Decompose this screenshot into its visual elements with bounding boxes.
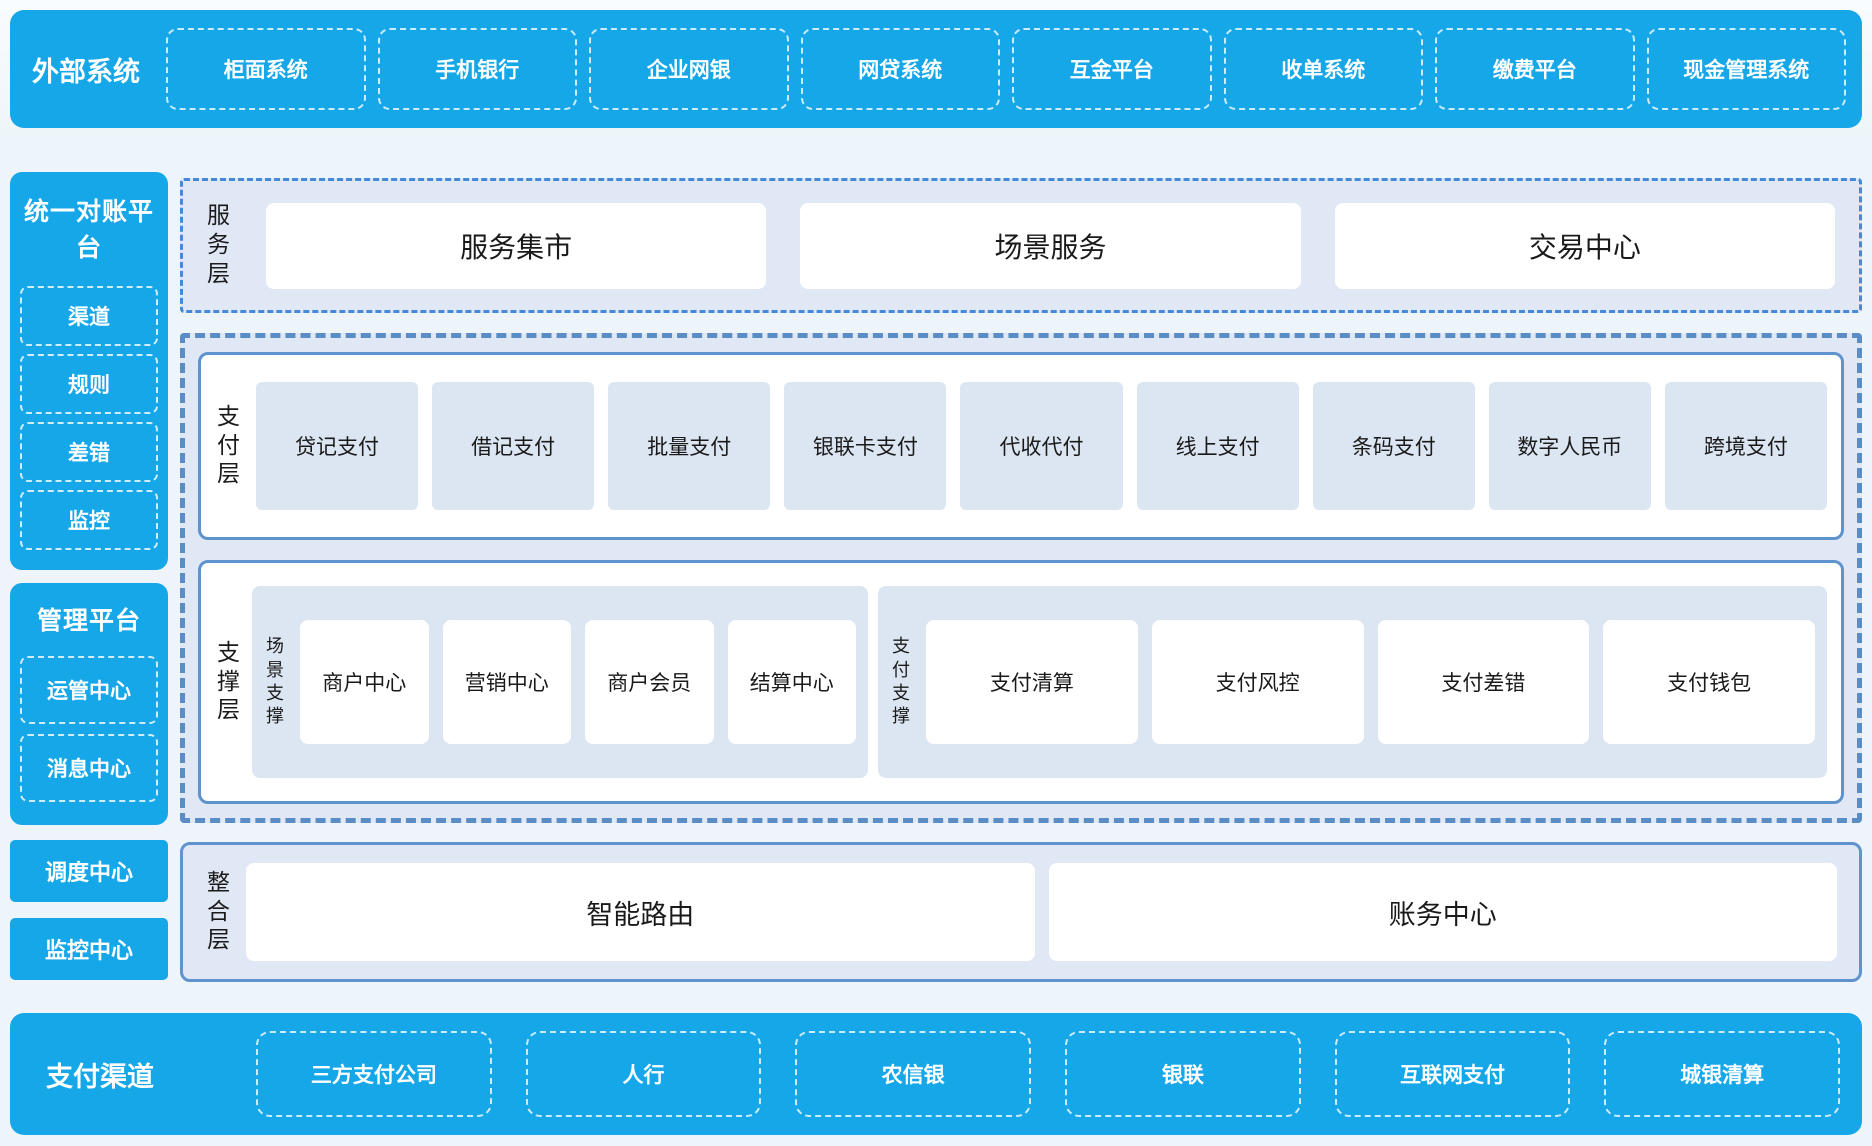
payment-layer-item: 批量支付 xyxy=(608,382,770,510)
service-layer-label: 服务层 xyxy=(205,202,232,288)
external-system-item: 网贷系统 xyxy=(801,28,1001,110)
payment-support-group: 支付支撑 支付清算 支付风控 支付差错 支付钱包 xyxy=(878,586,1827,778)
scene-support-item: 营销中心 xyxy=(443,620,572,744)
management-item: 运管中心 xyxy=(20,656,158,724)
payment-layer-item: 贷记支付 xyxy=(256,382,418,510)
external-system-item: 缴费平台 xyxy=(1435,28,1635,110)
reconciliation-item: 差错 xyxy=(20,422,158,482)
service-layer-section: 服务层 服务集市 场景服务 交易中心 xyxy=(180,178,1862,313)
scene-support-group: 场景支撑 商户中心 营销中心 商户会员 结算中心 xyxy=(252,586,868,778)
management-platform-block: 管理平台 运管中心 消息中心 xyxy=(10,583,168,825)
management-items: 运管中心 消息中心 xyxy=(20,645,158,813)
payment-layer-item: 跨境支付 xyxy=(1665,382,1827,510)
payment-channel-item: 三方支付公司 xyxy=(256,1031,492,1117)
external-system-item: 手机银行 xyxy=(378,28,578,110)
management-platform-title: 管理平台 xyxy=(20,601,158,637)
external-system-item: 互金平台 xyxy=(1012,28,1212,110)
integration-layer-label: 整合层 xyxy=(205,869,232,955)
payment-layer-item: 线上支付 xyxy=(1137,382,1299,510)
scene-support-item: 商户会员 xyxy=(585,620,714,744)
architecture-diagram: 外部系统 柜面系统 手机银行 企业网银 网贷系统 互金平台 收单系统 缴费平台 … xyxy=(0,0,1872,1146)
payment-channel-item: 城银清算 xyxy=(1604,1031,1840,1117)
external-system-item: 收单系统 xyxy=(1224,28,1424,110)
integration-layer-item: 智能路由 xyxy=(246,863,1035,961)
payment-channel-item: 人行 xyxy=(526,1031,762,1117)
payment-channel-item: 银联 xyxy=(1065,1031,1301,1117)
payment-layer-item: 银联卡支付 xyxy=(784,382,946,510)
payment-channels-title: 支付渠道 xyxy=(32,1055,222,1094)
monitoring-center-block: 监控中心 xyxy=(10,918,168,980)
payment-layer-panel: 支付层 贷记支付 借记支付 批量支付 银联卡支付 代收代付 线上支付 条码支付 … xyxy=(198,352,1844,540)
integration-layer-item: 账务中心 xyxy=(1049,863,1838,961)
scene-support-label: 场景支撑 xyxy=(264,635,286,729)
payment-support-item: 支付风控 xyxy=(1152,620,1364,744)
support-layer-label: 支撑层 xyxy=(215,639,242,725)
payment-support-label: 支付支撑 xyxy=(890,635,912,729)
reconciliation-item: 规则 xyxy=(20,354,158,414)
external-system-item: 柜面系统 xyxy=(166,28,366,110)
payment-layer-item: 数字人民币 xyxy=(1489,382,1651,510)
payment-channel-item: 互联网支付 xyxy=(1335,1031,1571,1117)
payment-layer-item: 借记支付 xyxy=(432,382,594,510)
payment-support-item: 支付钱包 xyxy=(1603,620,1815,744)
management-item: 消息中心 xyxy=(20,734,158,802)
payment-channels-bar: 支付渠道 三方支付公司 人行 农信银 银联 互联网支付 城银清算 xyxy=(10,1013,1862,1135)
support-layer-panel: 支撑层 场景支撑 商户中心 营销中心 商户会员 结算中心 支付支撑 支付清算 支… xyxy=(198,560,1844,804)
payment-layer-item: 代收代付 xyxy=(960,382,1122,510)
reconciliation-platform-title: 统一对账平台 xyxy=(20,192,158,264)
external-system-item: 现金管理系统 xyxy=(1647,28,1847,110)
payment-channel-item: 农信银 xyxy=(795,1031,1031,1117)
payment-support-item: 支付清算 xyxy=(926,620,1138,744)
scene-support-item: 结算中心 xyxy=(728,620,857,744)
dispatch-center-block: 调度中心 xyxy=(10,840,168,902)
service-layer-item: 场景服务 xyxy=(800,203,1300,289)
reconciliation-platform-block: 统一对账平台 渠道 规则 差错 监控 xyxy=(10,172,168,570)
integration-layer-section: 整合层 智能路由 账务中心 xyxy=(180,842,1862,982)
external-systems-title: 外部系统 xyxy=(26,50,154,89)
external-system-item: 企业网银 xyxy=(589,28,789,110)
reconciliation-items: 渠道 规则 差错 监控 xyxy=(20,278,158,558)
payment-layer-label: 支付层 xyxy=(215,403,242,489)
payment-support-item: 支付差错 xyxy=(1378,620,1590,744)
reconciliation-item: 监控 xyxy=(20,490,158,550)
scene-support-item: 商户中心 xyxy=(300,620,429,744)
reconciliation-item: 渠道 xyxy=(20,286,158,346)
service-layer-item: 服务集市 xyxy=(266,203,766,289)
external-systems-bar: 外部系统 柜面系统 手机银行 企业网银 网贷系统 互金平台 收单系统 缴费平台 … xyxy=(10,10,1862,128)
core-layers-wrapper: 支付层 贷记支付 借记支付 批量支付 银联卡支付 代收代付 线上支付 条码支付 … xyxy=(180,333,1862,823)
payment-layer-item: 条码支付 xyxy=(1313,382,1475,510)
service-layer-item: 交易中心 xyxy=(1335,203,1835,289)
